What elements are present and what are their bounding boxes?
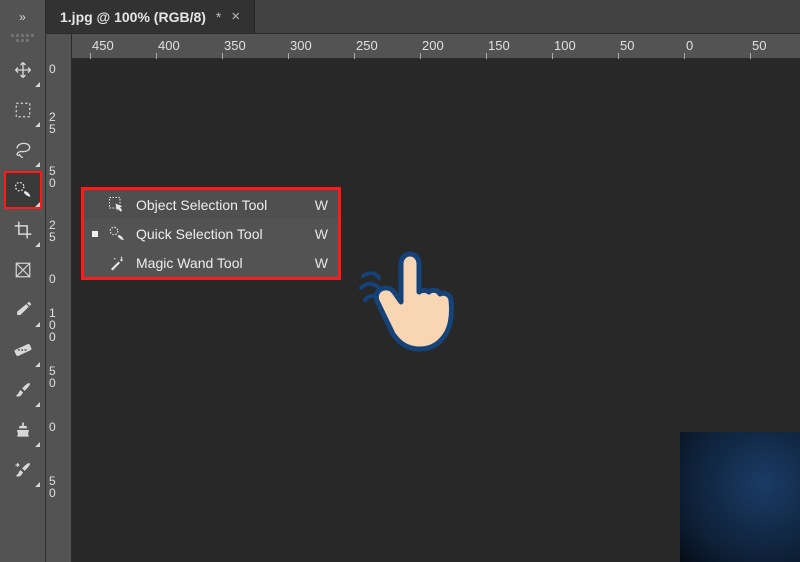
selection-tool[interactable] [5, 172, 41, 208]
history-brush-icon [13, 460, 33, 480]
flyout-item-quick-selection[interactable]: Quick Selection Tool W [84, 219, 338, 248]
ruler-tick: 50 [49, 365, 56, 389]
ruler-tick: 200 [422, 38, 444, 53]
canvas-stage[interactable] [72, 59, 800, 562]
ruler-tick: 50 [49, 165, 56, 189]
move-icon [13, 60, 33, 80]
main-area: 1.jpg @ 100% (RGB/8) * × 450400350300250… [46, 0, 800, 562]
ruler-tick: 0 [49, 421, 56, 433]
frame-icon [14, 261, 32, 279]
quick-selection-icon [13, 180, 33, 200]
magic-wand-icon [107, 254, 127, 272]
ruler-origin-corner[interactable] [46, 34, 72, 60]
vertical-ruler: 0 25 50 25 0 100 50 0 50 [46, 59, 72, 562]
flyout-default-indicator [92, 231, 98, 237]
history-brush-tool[interactable] [5, 452, 41, 488]
ruler-tick: 250 [356, 38, 378, 53]
toolbar-expand[interactable]: » [19, 6, 26, 28]
document-dirty-marker: * [216, 9, 221, 25]
flyout-item-shortcut: W [315, 226, 328, 242]
brush-icon [13, 380, 33, 400]
toolbar: » [0, 0, 46, 562]
lasso-tool[interactable] [5, 132, 41, 168]
document-tab[interactable]: 1.jpg @ 100% (RGB/8) * × [46, 0, 255, 33]
ruler-tick: 300 [290, 38, 312, 53]
document-tab-title: 1.jpg @ 100% (RGB/8) [60, 9, 206, 25]
ruler-tick: 50 [49, 475, 56, 499]
brush-tool[interactable] [5, 372, 41, 408]
ruler-tick: 25 [49, 111, 56, 135]
ruler-tick: 400 [158, 38, 180, 53]
flyout-item-magic-wand[interactable]: Magic Wand Tool W [84, 248, 338, 277]
frame-tool[interactable] [5, 252, 41, 288]
eyedropper-icon [13, 300, 33, 320]
ruler-tick: 50 [752, 38, 766, 53]
ruler-tick: 0 [49, 63, 56, 75]
object-selection-icon [107, 196, 127, 214]
flyout-item-label: Object Selection Tool [136, 197, 306, 213]
flyout-item-shortcut: W [315, 197, 328, 213]
ruler-tick: 450 [92, 38, 114, 53]
ruler-tick: 0 [49, 273, 56, 285]
clone-stamp-icon [13, 420, 33, 440]
ruler-tick: 100 [49, 307, 56, 343]
flyout-item-label: Magic Wand Tool [136, 255, 306, 271]
document-tab-close[interactable]: × [231, 8, 240, 25]
ruler-tick: 350 [224, 38, 246, 53]
healing-brush-icon [13, 340, 33, 360]
healing-brush-tool[interactable] [5, 332, 41, 368]
quick-selection-icon [107, 225, 127, 243]
ruler-tick: 100 [554, 38, 576, 53]
document-tab-bar: 1.jpg @ 100% (RGB/8) * × [46, 0, 800, 33]
flyout-item-shortcut: W [315, 255, 328, 271]
lasso-icon [13, 140, 33, 160]
eyedropper-tool[interactable] [5, 292, 41, 328]
flyout-item-label: Quick Selection Tool [136, 226, 306, 242]
ruler-tick: 25 [49, 219, 56, 243]
crop-icon [13, 220, 33, 240]
flyout-item-object-selection[interactable]: Object Selection Tool W [84, 190, 338, 219]
ruler-tick: 0 [686, 38, 693, 53]
toolbar-grip [11, 34, 35, 42]
crop-tool[interactable] [5, 212, 41, 248]
marquee-icon [14, 101, 32, 119]
horizontal-ruler: 450 400 350 300 250 200 150 100 50 0 50 [46, 33, 800, 59]
marquee-tool[interactable] [5, 92, 41, 128]
document-image-content [680, 432, 800, 562]
ruler-tick: 150 [488, 38, 510, 53]
ruler-tick: 50 [620, 38, 634, 53]
selection-tool-flyout: Object Selection Tool W Quick Selection … [81, 187, 341, 280]
clone-stamp-tool[interactable] [5, 412, 41, 448]
move-tool[interactable] [5, 52, 41, 88]
